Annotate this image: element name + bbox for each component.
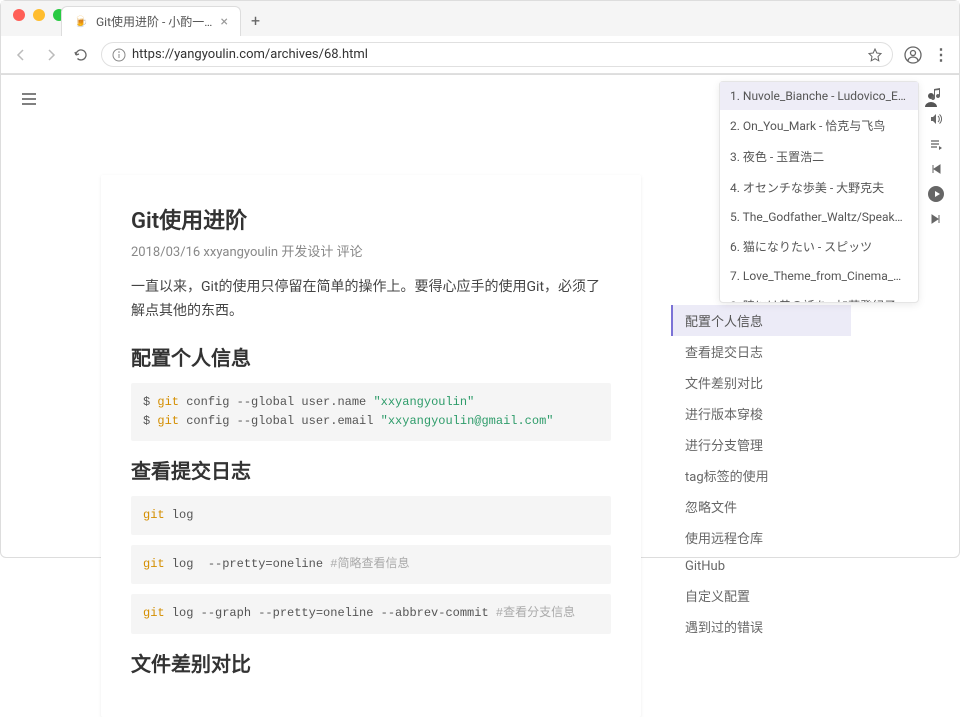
toc-item[interactable]: 遇到过的错误	[671, 611, 851, 642]
volume-icon[interactable]	[928, 111, 944, 127]
meta-category[interactable]: 开发设计	[281, 245, 333, 260]
track-item[interactable]: 2. On_You_Mark - 恰克与飞鸟	[720, 110, 918, 141]
window-close-button[interactable]	[13, 9, 25, 21]
toc-sidebar: 配置个人信息 查看提交日志 文件差别对比 进行版本穿梭 进行分支管理 tag标签…	[671, 305, 851, 642]
forward-button[interactable]	[41, 45, 61, 65]
menu-icon[interactable]	[19, 89, 39, 109]
toc-item[interactable]: 进行版本穿梭	[671, 398, 851, 429]
code-block-log2: git log --pretty=oneline #简略查看信息	[131, 545, 611, 584]
article-intro: 一直以来，Git的使用只停留在简单的操作上。要得心应手的使用Git，必须了解点其…	[131, 276, 611, 324]
back-button[interactable]	[11, 45, 31, 65]
toc-item[interactable]: 使用远程仓库	[671, 522, 851, 553]
playlist-queue-icon[interactable]	[928, 136, 944, 152]
music-player: 1. Nuvole_Bianche - Ludovico_Ein... 2. O…	[719, 81, 919, 303]
tab-favicon-icon: 🍺	[74, 15, 88, 29]
toc-item[interactable]: tag标签的使用	[671, 460, 851, 491]
article-body: 一直以来，Git的使用只停留在简单的操作上。要得心应手的使用Git，必须了解点其…	[131, 276, 611, 677]
next-track-button[interactable]	[928, 211, 944, 227]
article-main: Git使用进阶 2018/03/16 xxyangyoulin 开发设计 评论 …	[101, 175, 641, 567]
browser-tab[interactable]: 🍺 Git使用进阶 - 小酌一杯 ×	[61, 6, 241, 36]
track-item[interactable]: 1. Nuvole_Bianche - Ludovico_Ein...	[720, 82, 918, 110]
bookmark-star-icon[interactable]	[868, 48, 882, 62]
article-meta: 2018/03/16 xxyangyoulin 开发设计 评论	[131, 241, 611, 260]
prev-track-button[interactable]	[928, 161, 944, 177]
url-field[interactable]: https://yangyoulin.com/archives/68.html	[101, 42, 893, 67]
toc-item[interactable]: 配置个人信息	[671, 305, 851, 336]
tab-bar: 🍺 Git使用进阶 - 小酌一杯 × +	[1, 5, 959, 36]
toc-item[interactable]: 忽略文件	[671, 491, 851, 522]
track-item[interactable]: 7. Love_Theme_from_Cinema_Par...	[720, 262, 918, 290]
player-controls	[928, 86, 944, 227]
meta-date: 2018/03/16	[131, 245, 200, 260]
tab-title: Git使用进阶 - 小酌一杯	[96, 13, 213, 30]
track-item[interactable]: 4. オセンチな歩美 - 大野克夫	[720, 172, 918, 203]
toc-item[interactable]: 文件差别对比	[671, 367, 851, 398]
track-item[interactable]: 5. The_Godfather_Waltz/Speak_S...	[720, 203, 918, 231]
toc-item[interactable]: 进行分支管理	[671, 429, 851, 460]
track-item[interactable]: 3. 夜色 - 玉置浩二	[720, 141, 918, 172]
page-content: Git使用进阶 2018/03/16 xxyangyoulin 开发设计 评论 …	[1, 75, 959, 567]
article-title: Git使用进阶	[131, 203, 611, 235]
profile-button[interactable]	[903, 45, 923, 65]
browser-chrome: 🍺 Git使用进阶 - 小酌一杯 × + https://yangyoulin.…	[1, 1, 959, 75]
music-note-icon[interactable]	[928, 86, 944, 102]
article-card: Git使用进阶 2018/03/16 xxyangyoulin 开发设计 评论 …	[101, 175, 641, 717]
code-block-log3: git log --graph --pretty=oneline --abbre…	[131, 594, 611, 633]
toc-item[interactable]: 自定义配置	[671, 580, 851, 611]
toc-item[interactable]: 查看提交日志	[671, 336, 851, 367]
toc-item[interactable]: GitHub	[671, 553, 851, 580]
code-block-config: $ git config --global user.name "xxyangy…	[131, 383, 611, 441]
code-block-log1: git log	[131, 496, 611, 535]
playlist: 1. Nuvole_Bianche - Ludovico_Ein... 2. O…	[720, 82, 918, 302]
url-text: https://yangyoulin.com/archives/68.html	[132, 47, 862, 62]
address-bar: https://yangyoulin.com/archives/68.html …	[1, 36, 959, 74]
section-log-title: 查看提交日志	[131, 455, 611, 484]
window-minimize-button[interactable]	[33, 9, 45, 21]
section-diff-title: 文件差别对比	[131, 648, 611, 677]
track-item[interactable]: 8. 時には昔の話を - 加藤登紀子	[720, 290, 918, 302]
reload-button[interactable]	[71, 45, 91, 65]
meta-author[interactable]: xxyangyoulin	[203, 245, 278, 260]
new-tab-button[interactable]: +	[241, 5, 270, 36]
site-info-icon[interactable]	[112, 48, 126, 62]
close-icon[interactable]: ×	[221, 14, 228, 30]
browser-menu-button[interactable]: ⋮	[933, 45, 949, 64]
section-config-title: 配置个人信息	[131, 342, 611, 371]
play-button[interactable]	[928, 186, 944, 202]
meta-comments[interactable]: 评论	[337, 245, 363, 260]
track-item[interactable]: 6. 猫になりたい - スピッツ	[720, 231, 918, 262]
